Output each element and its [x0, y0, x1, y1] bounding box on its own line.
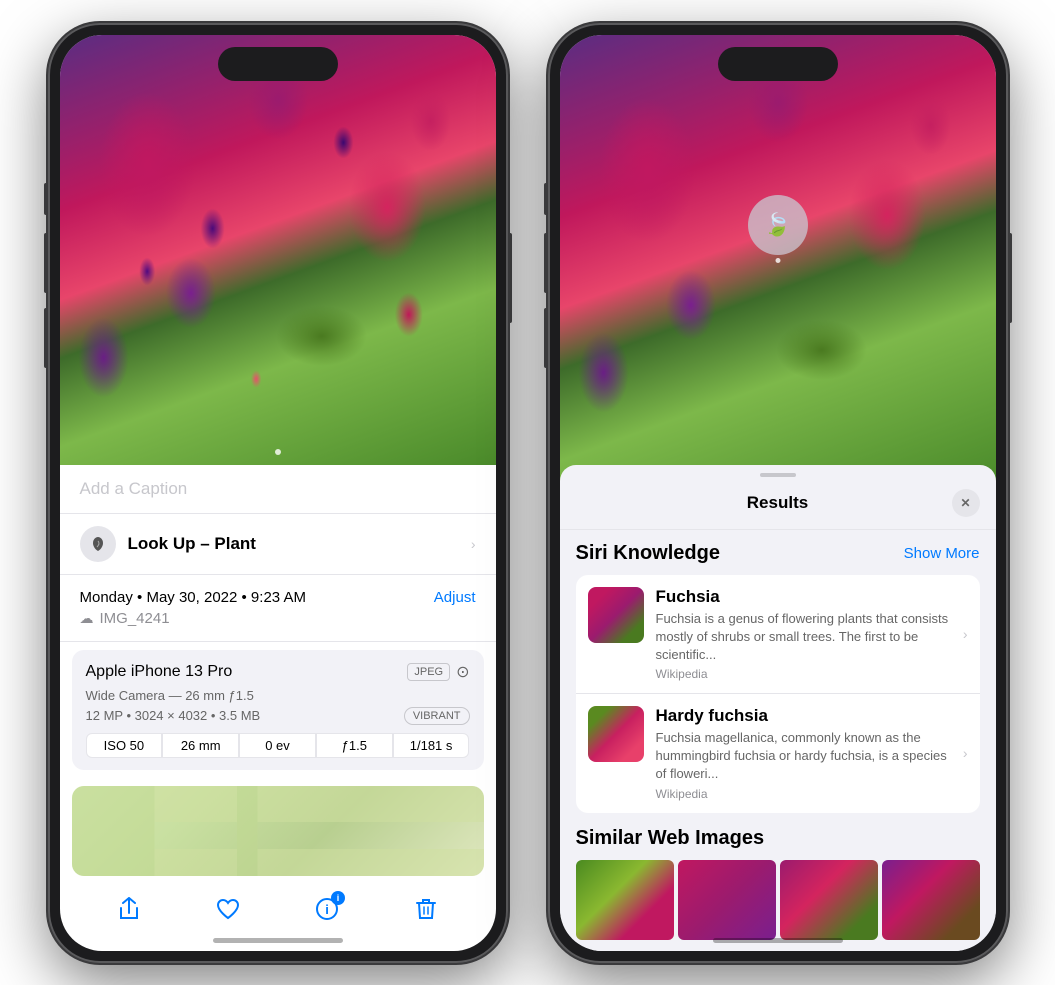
cloud-icon: ☁: [80, 610, 94, 627]
siri-knowledge-title: Siri Knowledge: [576, 542, 720, 565]
siri-knowledge-header: Siri Knowledge Show More: [576, 542, 980, 565]
power-button-right[interactable]: [1008, 233, 1012, 323]
info-badge: i: [331, 891, 345, 905]
exif-iso: ISO 50: [86, 733, 163, 758]
device-section-wrapper: Apple iPhone 13 Pro JPEG ⊙ Wide Camera —…: [60, 642, 496, 770]
fuchsia-chevron-icon: ›: [963, 626, 968, 642]
device-name: Apple iPhone 13 Pro: [86, 663, 233, 681]
knowledge-card: Fuchsia Fuchsia is a genus of flowering …: [576, 575, 980, 813]
results-sheet: Results ✕ Siri Knowledge Show More Fuchs…: [560, 465, 996, 951]
fuchsia-info: Fuchsia Fuchsia is a genus of flowering …: [656, 587, 951, 682]
adjust-button[interactable]: Adjust: [434, 589, 476, 606]
photo-dot-indicator: [275, 449, 281, 455]
favorite-button[interactable]: [206, 887, 250, 931]
exif-mm: 26 mm: [162, 733, 239, 758]
similar-image-3[interactable]: [780, 860, 878, 940]
siri-leaf-icon: 🍃: [764, 212, 791, 238]
right-phone-screen: 🍃 Results ✕ Siri Knowledge Show More: [560, 35, 996, 951]
knowledge-item-fuchsia[interactable]: Fuchsia Fuchsia is a genus of flowering …: [576, 575, 980, 695]
similar-image-4[interactable]: [882, 860, 980, 940]
results-title: Results: [604, 493, 952, 513]
hardy-thumbnail: [588, 706, 644, 762]
similar-title: Similar Web Images: [576, 827, 980, 850]
device-card: Apple iPhone 13 Pro JPEG ⊙ Wide Camera —…: [72, 650, 484, 770]
similar-images-grid: [576, 860, 980, 940]
similar-image-2[interactable]: [678, 860, 776, 940]
lens-icon: ⊙: [456, 662, 469, 682]
left-phone-screen: Add a Caption Look Up – Plant › Monday •…: [60, 35, 496, 951]
results-content: Siri Knowledge Show More Fuchsia Fuchsia…: [560, 530, 996, 951]
knowledge-item-hardy[interactable]: Hardy fuchsia Fuchsia magellanica, commo…: [576, 694, 980, 813]
close-button[interactable]: ✕: [952, 489, 980, 517]
mp-details: 12 MP • 3024 × 4032 • 3.5 MB: [86, 708, 261, 723]
info-button[interactable]: i i: [305, 887, 349, 931]
hardy-name: Hardy fuchsia: [656, 706, 951, 726]
filename: IMG_4241: [100, 610, 170, 627]
lookup-row[interactable]: Look Up – Plant ›: [60, 514, 496, 575]
hardy-source: Wikipedia: [656, 787, 951, 801]
meta-section: Monday • May 30, 2022 • 9:23 AM Adjust ☁…: [60, 575, 496, 642]
hardy-chevron-icon: ›: [963, 745, 968, 761]
volume-up-button[interactable]: [44, 233, 48, 293]
show-more-button[interactable]: Show More: [904, 545, 980, 562]
dynamic-island: [218, 47, 338, 81]
exif-aperture: ƒ1.5: [316, 733, 393, 758]
left-phone: Add a Caption Look Up – Plant › Monday •…: [48, 23, 508, 963]
home-bar-right: [713, 938, 843, 943]
volume-down-button-right[interactable]: [544, 308, 548, 368]
fuchsia-name: Fuchsia: [656, 587, 951, 607]
exif-shutter: 1/181 s: [393, 733, 470, 758]
similar-section: Similar Web Images: [576, 827, 980, 940]
share-button[interactable]: [107, 887, 151, 931]
lookup-icon: [80, 526, 116, 562]
bottom-toolbar: i i: [60, 887, 496, 931]
map-section-wrapper: [60, 770, 496, 876]
dynamic-island-right: [718, 47, 838, 81]
right-phone: 🍃 Results ✕ Siri Knowledge Show More: [548, 23, 1008, 963]
map-preview[interactable]: [72, 786, 484, 876]
results-header: Results ✕: [560, 489, 996, 530]
volume-down-button[interactable]: [44, 308, 48, 368]
caption-placeholder[interactable]: Add a Caption: [80, 479, 188, 498]
similar-image-1[interactable]: [576, 860, 674, 940]
lookup-label: Look Up – Plant: [128, 534, 256, 554]
camera-details: Wide Camera — 26 mm ƒ1.5: [86, 688, 470, 703]
exif-ev: 0 ev: [239, 733, 316, 758]
svg-text:i: i: [325, 902, 329, 917]
chevron-right-icon: ›: [471, 536, 476, 552]
delete-button[interactable]: [404, 887, 448, 931]
siri-visual-lookup-button[interactable]: 🍃: [748, 195, 808, 255]
mute-button-right[interactable]: [544, 183, 548, 215]
hardy-info: Hardy fuchsia Fuchsia magellanica, commo…: [656, 706, 951, 801]
hardy-desc: Fuchsia magellanica, commonly known as t…: [656, 729, 951, 784]
flower-photo-right[interactable]: 🍃: [560, 35, 996, 485]
fuchsia-thumbnail: [588, 587, 644, 643]
power-button[interactable]: [508, 233, 512, 323]
home-bar-left: [213, 938, 343, 943]
mute-button[interactable]: [44, 183, 48, 215]
volume-up-button-right[interactable]: [544, 233, 548, 293]
jpeg-badge: JPEG: [407, 663, 450, 681]
fuchsia-source: Wikipedia: [656, 667, 951, 681]
sheet-handle: [760, 473, 796, 477]
flower-photo[interactable]: [60, 35, 496, 465]
caption-area[interactable]: Add a Caption: [60, 465, 496, 514]
photo-date: Monday • May 30, 2022 • 9:23 AM: [80, 589, 306, 606]
vibrant-badge: VIBRANT: [404, 707, 470, 725]
fuchsia-desc: Fuchsia is a genus of flowering plants t…: [656, 610, 951, 665]
siri-dot: [775, 258, 780, 263]
